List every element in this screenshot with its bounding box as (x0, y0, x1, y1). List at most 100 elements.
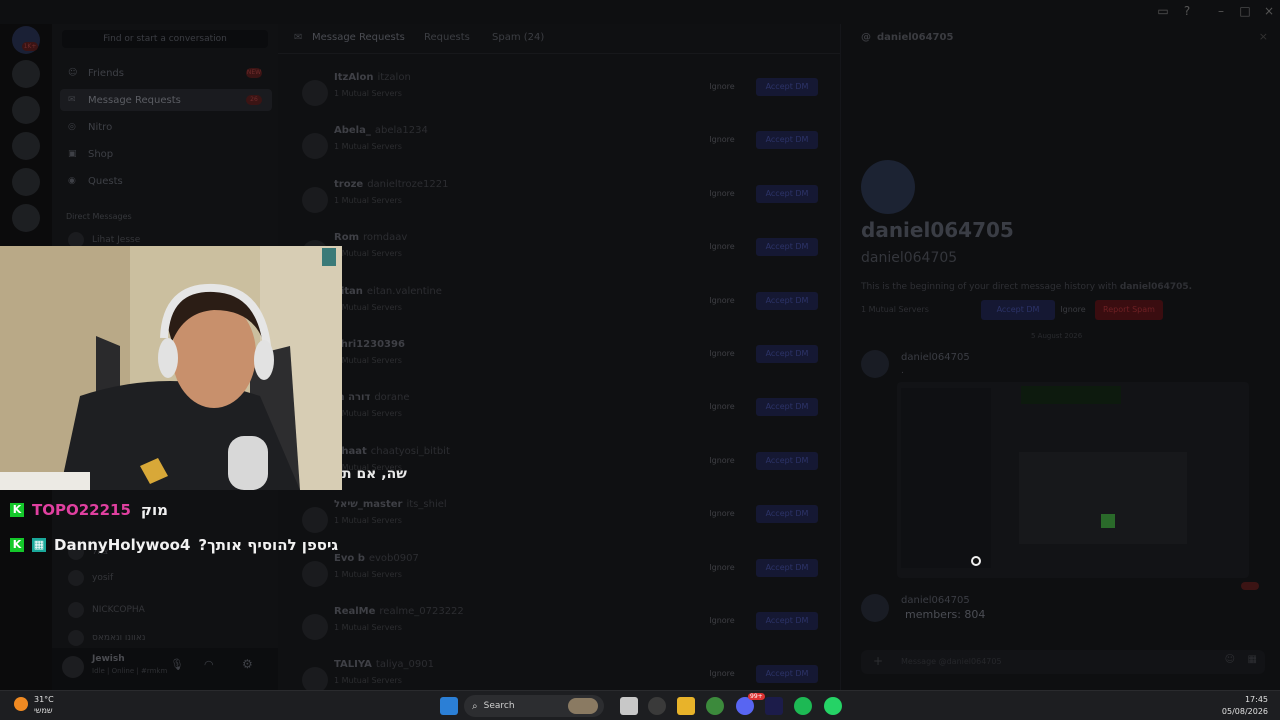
nav-message-requests[interactable]: ✉ Message Requests 26 (60, 89, 272, 111)
server-icon[interactable] (12, 96, 40, 124)
dm-list-item[interactable]: NICKCOPHA (68, 602, 145, 618)
taskbar-search[interactable]: ⌕ Search (464, 695, 604, 717)
ignore-button[interactable]: Ignore (700, 559, 744, 577)
emoji-icon[interactable]: ☺ (1225, 654, 1235, 665)
avatar (68, 570, 84, 586)
nav-shop[interactable]: ▣ Shop (60, 143, 272, 165)
ignore-button[interactable]: Ignore (700, 505, 744, 523)
find-conversation-input[interactable]: Find or start a conversation (62, 30, 268, 48)
minimize-button[interactable]: – (1214, 4, 1228, 18)
server-icon[interactable] (12, 132, 40, 160)
accept-dm-button[interactable]: Accept DM (756, 345, 818, 363)
inbox-icon[interactable]: ▭ (1156, 4, 1170, 18)
accept-dm-button[interactable]: Accept DM (756, 558, 818, 577)
friends-icon: ☺ (68, 68, 78, 78)
accept-dm-button[interactable]: Accept DM (756, 131, 818, 150)
message-requests-pane: ✉ Message Requests Requests Spam (24) It… (278, 24, 840, 694)
ignore-button[interactable]: Ignore (700, 238, 744, 256)
file-explorer-icon[interactable] (677, 697, 695, 715)
accept-dm-button[interactable]: Accept DM (756, 184, 818, 203)
tab-spam[interactable]: Spam (24) (492, 32, 544, 43)
request-row[interactable]: troze danieltroze1221 1 Mutual Servers Igno… (298, 177, 820, 221)
nav-friends[interactable]: ☺ Friends NEW (60, 62, 272, 84)
message-image-attachment[interactable] (897, 382, 1249, 578)
mutual-servers: 1 Mutual Servers (334, 142, 402, 152)
app-icon[interactable] (648, 697, 666, 715)
message-author[interactable]: daniel064705 (901, 595, 970, 606)
request-row[interactable]: Evo b evob0907 1 Mutual Servers Ignore Accep… (298, 551, 820, 595)
ignore-button[interactable]: Ignore (700, 131, 744, 149)
ignore-button[interactable]: Ignore (700, 612, 744, 630)
ignore-button[interactable]: Ignore (700, 292, 744, 310)
windows-start-icon[interactable] (440, 697, 458, 715)
mutual-servers: 1 Mutual Servers (334, 516, 402, 526)
accept-dm-button[interactable]: Accept DM (981, 300, 1055, 320)
dm-header: @ daniel064705 (861, 32, 954, 43)
close-icon[interactable]: × (1259, 30, 1268, 43)
request-row[interactable]: ahri1230396 1 Mutual Servers Ignore Accept … (298, 337, 820, 381)
spotify-icon[interactable] (794, 697, 812, 715)
close-button[interactable]: × (1262, 4, 1276, 18)
ignore-button[interactable]: Ignore (700, 78, 744, 96)
task-view-icon[interactable] (620, 697, 638, 715)
request-name: RealMe realme_0723222 (334, 606, 464, 617)
mutual-servers: 1 Mutual Servers (334, 195, 402, 205)
ignore-button[interactable]: Ignore (700, 398, 744, 416)
ignore-button[interactable]: Ignore (700, 345, 744, 363)
accept-dm-button[interactable]: Accept DM (756, 451, 818, 470)
dm-list-item[interactable]: נאוונו ונאמאס (68, 630, 145, 646)
nav-quests[interactable]: ◉ Quests (60, 170, 272, 192)
maximize-button[interactable]: □ (1238, 4, 1252, 18)
system-clock[interactable]: 17:45 05/08/2026 (1222, 694, 1268, 718)
accept-dm-button[interactable]: Accept DM (756, 78, 818, 96)
help-icon[interactable]: ? (1180, 4, 1194, 18)
accept-dm-button[interactable]: Accept DM (756, 612, 818, 630)
dm-intro-text: This is the beginning of your direct mes… (861, 282, 1193, 292)
avatar (302, 80, 328, 106)
request-row[interactable]: דורה נב dorane 1 Mutual Servers Ignore Accep… (298, 390, 820, 434)
microphone-icon[interactable]: 🎙 (170, 658, 184, 671)
current-user-status: Idle | Online | #rmkm (92, 667, 168, 675)
chrome-icon[interactable] (706, 697, 724, 715)
nav-nitro[interactable]: ◎ Nitro (60, 116, 272, 138)
dm-list-item[interactable]: yosif (68, 570, 113, 586)
apps-icon[interactable]: ▦ (1248, 654, 1257, 665)
headphones-icon[interactable]: ◠ (204, 658, 214, 671)
mutual-servers: 1 Mutual Servers (334, 249, 402, 259)
avatar[interactable] (62, 656, 84, 678)
tab-bar: ✉ Message Requests Requests Spam (24) (278, 24, 840, 54)
request-name: TALIYA taliya_0901 (334, 659, 435, 671)
stream-chat-message: K TOPO22215 מוק (10, 498, 168, 522)
current-user-name: Jewish (92, 654, 125, 664)
server-icon[interactable] (12, 60, 40, 88)
accept-dm-button[interactable]: Accept DM (756, 398, 818, 417)
whatsapp-icon[interactable] (824, 697, 842, 715)
accept-dm-button[interactable]: Accept DM (756, 665, 818, 684)
weather-widget[interactable]: 31°C שמשי (34, 694, 54, 716)
plus-icon[interactable]: + (873, 654, 883, 668)
tab-requests[interactable]: Requests (424, 32, 470, 43)
ignore-button[interactable]: Ignore (1053, 300, 1093, 320)
request-row[interactable]: RealMe realme_0723222 1 Mutual Servers Igno… (298, 604, 820, 648)
request-row[interactable]: Rom romdaav 1 Mutual Servers Ignore Accept D… (298, 230, 820, 274)
ignore-button[interactable]: Ignore (700, 452, 744, 470)
message-input[interactable]: + Message @daniel064705 ☺ ▦ (861, 650, 1265, 674)
server-icon[interactable] (12, 204, 40, 232)
server-icon[interactable] (12, 168, 40, 196)
accept-dm-button[interactable]: Accept DM (756, 505, 818, 524)
request-row[interactable]: שיאל_master its_shiel 1 Mutual Servers Igno… (298, 497, 820, 541)
ignore-button[interactable]: Ignore (700, 665, 744, 683)
accept-dm-button[interactable]: Accept DM (756, 291, 818, 310)
report-spam-button[interactable]: Report Spam (1095, 300, 1163, 320)
weather-icon[interactable] (14, 697, 28, 711)
premiere-pro-icon[interactable] (765, 697, 783, 715)
ignore-button[interactable]: Ignore (700, 185, 744, 203)
request-row[interactable]: ItzAlon itzalon 1 Mutual Servers Ignore Acce… (298, 70, 820, 114)
request-row[interactable]: Eitan eitan.valentine 1 Mutual Servers Igno… (298, 284, 820, 328)
mutual-servers[interactable]: 1 Mutual Servers (861, 305, 929, 314)
request-row[interactable]: Abela_ abela1234 1 Mutual Servers Ignore Acc… (298, 123, 820, 167)
message-author[interactable]: daniel064705 (901, 352, 970, 363)
gear-icon[interactable]: ⚙ (242, 657, 253, 671)
accept-dm-button[interactable]: Accept DM (756, 238, 818, 257)
tab-message-requests[interactable]: Message Requests (312, 32, 405, 43)
